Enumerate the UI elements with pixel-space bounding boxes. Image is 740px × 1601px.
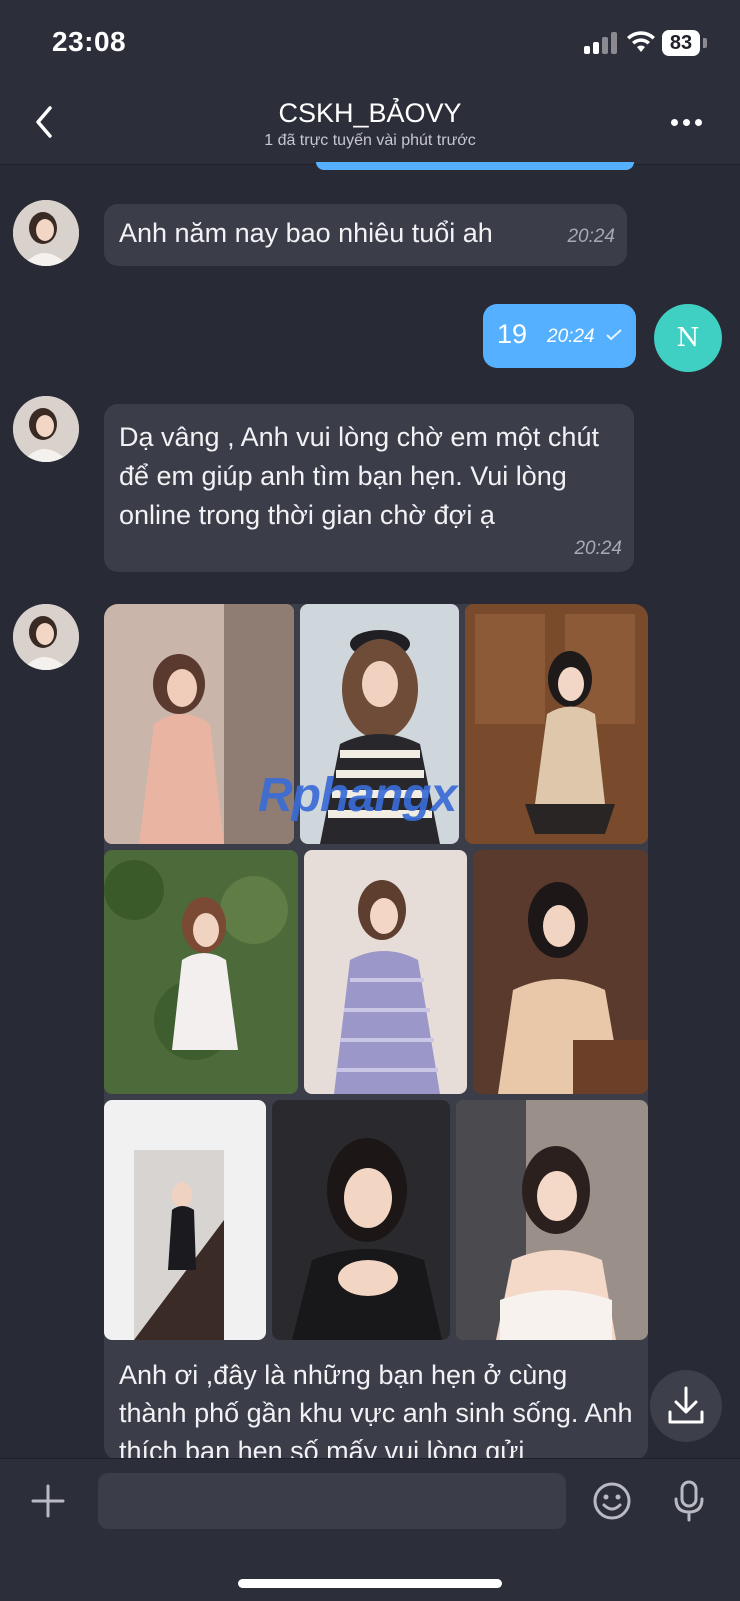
gallery-photo[interactable]	[304, 850, 467, 1094]
contact-avatar[interactable]	[13, 604, 79, 670]
message-time: 20:24	[547, 326, 595, 347]
message-bubble[interactable]: Dạ vâng , Anh vui lòng chờ em một chút đ…	[104, 404, 634, 572]
presence-status: 1 đã trực tuyến vài phút trước	[264, 132, 476, 149]
status-time: 23:08	[52, 26, 127, 57]
outgoing-message-bubble[interactable]: 19 20:24	[483, 304, 636, 368]
message-composer	[0, 1458, 740, 1601]
gallery-photo[interactable]	[104, 1100, 266, 1340]
message-text: 19	[497, 319, 528, 349]
previous-message-edge	[316, 162, 634, 170]
wifi-icon	[627, 31, 655, 52]
message-time: 20:24	[567, 226, 615, 247]
message-text: Anh ơi ,đây là những bạn hẹn ở cùng thàn…	[119, 1360, 633, 1460]
watermark-logo: Rphangx	[258, 769, 457, 822]
plus-icon[interactable]	[30, 1483, 66, 1519]
gallery-photo[interactable]	[104, 850, 298, 1094]
microphone-icon[interactable]	[672, 1479, 706, 1523]
gallery-photo[interactable]	[456, 1100, 648, 1340]
message-text: Anh năm nay bao nhiêu tuổi ah	[119, 218, 493, 248]
status-bar: 23:08 83	[0, 0, 740, 80]
battery-icon: 83	[662, 30, 700, 56]
message-time: 20:24	[574, 538, 622, 559]
photo-message[interactable]: Rphangx Anh ơi ,đây là những bạn hẹn ở c…	[104, 604, 648, 1460]
emoji-icon[interactable]	[592, 1481, 632, 1521]
chat-header: CSKH_BẢOVY 1 đã trực tuyến vài phút trướ…	[0, 80, 740, 165]
contact-avatar[interactable]	[13, 396, 79, 462]
chat-title[interactable]: CSKH_BẢOVY	[0, 98, 740, 129]
message-bubble[interactable]: Anh năm nay bao nhiêu tuổi ah 20:24	[104, 204, 627, 266]
download-icon[interactable]	[650, 1370, 722, 1442]
gallery-photo[interactable]	[272, 1100, 450, 1340]
message-text: Dạ vâng , Anh vui lòng chờ em một chút đ…	[119, 422, 599, 530]
check-icon	[606, 329, 622, 341]
more-dots-icon[interactable]	[668, 110, 704, 134]
gallery-photo[interactable]	[465, 604, 648, 844]
battery-tip	[703, 38, 707, 48]
signal-icon	[584, 32, 620, 54]
contact-avatar[interactable]	[13, 200, 79, 266]
home-indicator	[238, 1579, 502, 1588]
user-avatar[interactable]: N	[654, 304, 722, 372]
gallery-photo[interactable]	[473, 850, 648, 1094]
message-input[interactable]	[98, 1473, 566, 1529]
